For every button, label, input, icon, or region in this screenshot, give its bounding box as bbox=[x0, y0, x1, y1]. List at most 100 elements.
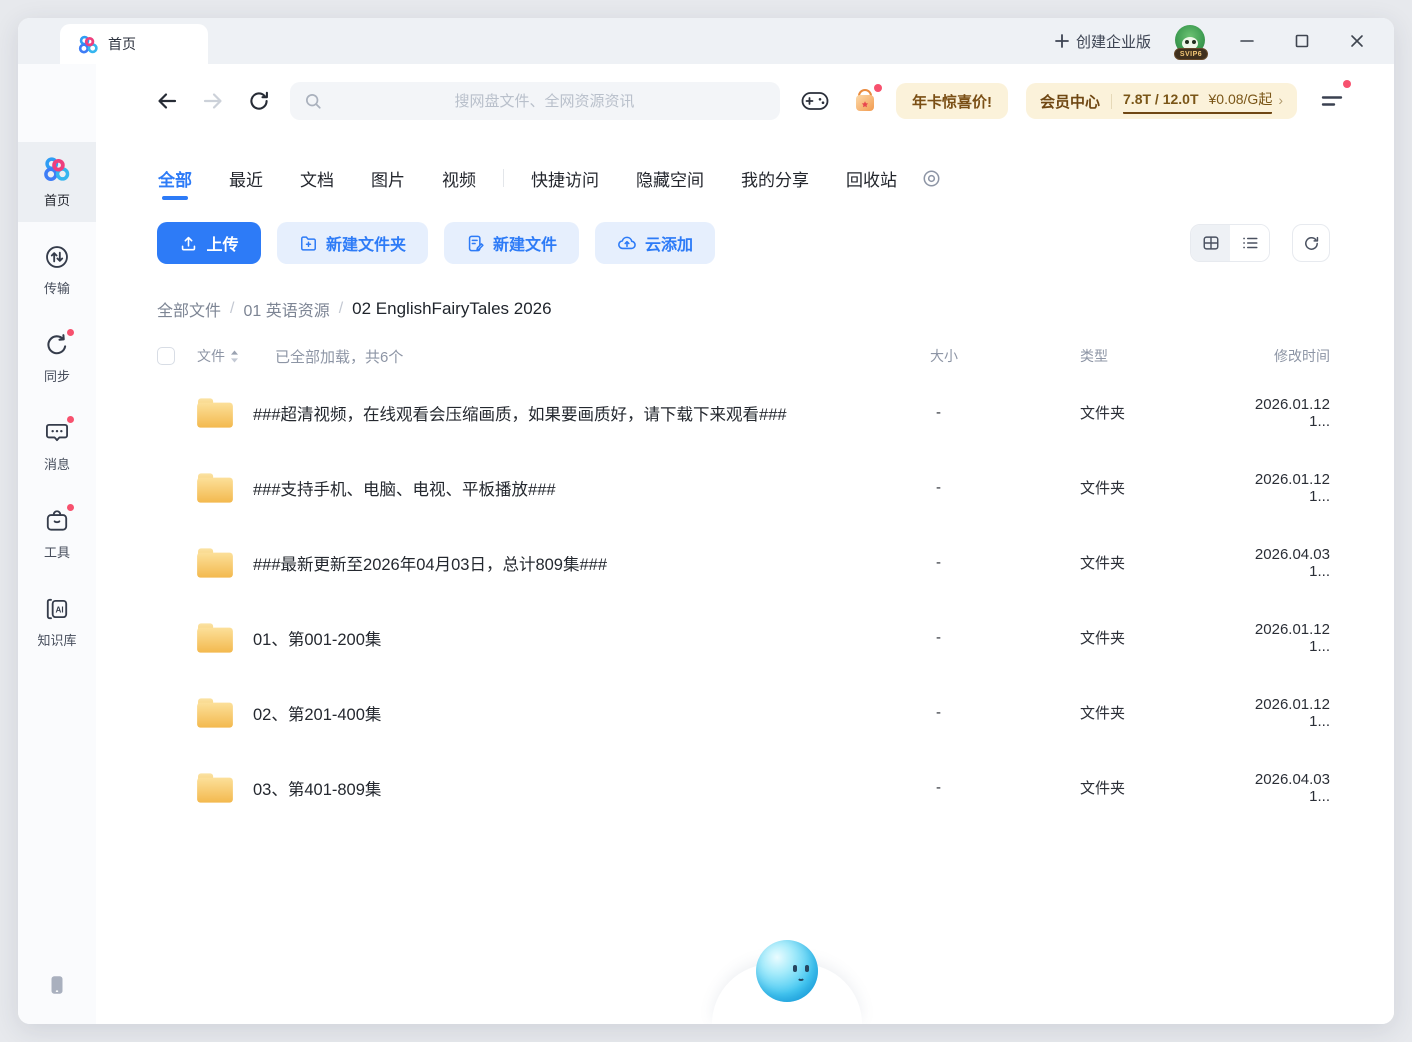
loaded-status: 已全部加载，共6个 bbox=[275, 346, 403, 367]
breadcrumb-current: 02 EnglishFairyTales 2026 bbox=[352, 299, 551, 319]
folder-icon bbox=[196, 397, 234, 429]
sidebar-item-messages[interactable]: 消息 bbox=[18, 406, 96, 486]
sidebar-item-home[interactable]: 首页 bbox=[18, 142, 96, 222]
file-row[interactable]: ###超清视频，在线观看会压缩画质，如果要画质好，请下载下来观看### - 文件… bbox=[157, 375, 1330, 450]
file-name[interactable]: 02、第201-400集 bbox=[253, 701, 381, 725]
toolbox-icon bbox=[43, 507, 71, 535]
tab-home[interactable]: 首页 bbox=[60, 24, 208, 64]
type-column-label[interactable]: 类型 bbox=[1080, 346, 1230, 366]
breadcrumb-folder[interactable]: 01 英语资源 bbox=[243, 297, 329, 321]
main-menu-button[interactable] bbox=[1319, 88, 1345, 114]
file-size: - bbox=[930, 704, 1080, 721]
file-column-label: 文件 bbox=[197, 346, 225, 366]
phone-icon bbox=[46, 974, 68, 996]
breadcrumb-separator: / bbox=[230, 300, 234, 318]
maximize-button[interactable] bbox=[1287, 26, 1317, 56]
select-all-checkbox[interactable] bbox=[157, 347, 175, 365]
notification-dot bbox=[1343, 80, 1351, 88]
search-bar[interactable] bbox=[290, 82, 780, 120]
mascot-bubble-icon[interactable] bbox=[756, 940, 818, 1002]
new-folder-icon bbox=[299, 234, 318, 253]
sidebar: 首页 传输 同步 bbox=[18, 64, 96, 1024]
file-size: - bbox=[930, 479, 1080, 496]
new-file-icon bbox=[466, 234, 485, 253]
upload-button[interactable]: 上传 bbox=[157, 222, 261, 264]
assistant-mascot[interactable] bbox=[712, 938, 862, 1024]
action-bar: 上传 新建文件夹 新建文件 bbox=[96, 222, 1394, 264]
plus-icon bbox=[1054, 33, 1070, 49]
file-modified: 2026.01.12 1... bbox=[1230, 696, 1330, 730]
new-folder-button[interactable]: 新建文件夹 bbox=[277, 222, 428, 264]
file-name[interactable]: 01、第001-200集 bbox=[253, 626, 381, 650]
storage-usage: 7.8T / 12.0T bbox=[1123, 91, 1198, 107]
tab-my-shares[interactable]: 我的分享 bbox=[741, 166, 809, 191]
file-type: 文件夹 bbox=[1080, 477, 1230, 498]
guide-target-icon[interactable] bbox=[922, 169, 941, 188]
grid-view-button[interactable] bbox=[1191, 225, 1230, 261]
upload-icon bbox=[179, 234, 198, 253]
tab-all[interactable]: 全部 bbox=[158, 166, 192, 191]
sidebar-item-label: 首页 bbox=[44, 190, 70, 209]
file-row[interactable]: ###支持手机、电脑、电视、平板播放### - 文件夹 2026.01.12 1… bbox=[157, 450, 1330, 525]
tab-home-label: 首页 bbox=[108, 34, 136, 54]
back-button[interactable] bbox=[154, 88, 180, 114]
file-type: 文件夹 bbox=[1080, 552, 1230, 573]
member-center-button[interactable]: 会员中心 7.8T / 12.0T ¥0.08/G起 › bbox=[1026, 83, 1297, 119]
divider bbox=[1111, 94, 1112, 109]
games-button[interactable] bbox=[800, 86, 830, 116]
file-name[interactable]: ###超清视频，在线观看会压缩画质，如果要画质好，请下载下来观看### bbox=[253, 401, 787, 425]
forward-button[interactable] bbox=[200, 88, 226, 114]
sidebar-item-sync[interactable]: 同步 bbox=[18, 318, 96, 398]
sidebar-item-label: 传输 bbox=[44, 278, 70, 297]
refresh-button[interactable] bbox=[246, 88, 272, 114]
new-file-label: 新建文件 bbox=[493, 231, 557, 255]
sidebar-item-label: 同步 bbox=[44, 366, 70, 385]
annual-card-promo-button[interactable]: 年卡惊喜价! bbox=[896, 83, 1008, 119]
sidebar-item-transfer[interactable]: 传输 bbox=[18, 230, 96, 310]
list-refresh-button[interactable] bbox=[1292, 224, 1330, 262]
cloud-add-button[interactable]: 云添加 bbox=[595, 222, 715, 264]
tab-documents[interactable]: 文档 bbox=[300, 166, 334, 191]
file-row[interactable]: ###最新更新至2026年04月03日，总计809集### - 文件夹 2026… bbox=[157, 525, 1330, 600]
breadcrumb-root[interactable]: 全部文件 bbox=[157, 297, 221, 321]
breadcrumb-separator: / bbox=[339, 300, 343, 318]
tab-quick-access[interactable]: 快捷访问 bbox=[531, 166, 599, 191]
file-name[interactable]: 03、第401-809集 bbox=[253, 776, 381, 800]
tab-pictures[interactable]: 图片 bbox=[371, 166, 405, 191]
app-logo-icon bbox=[78, 34, 99, 55]
svg-text:AI: AI bbox=[55, 605, 63, 614]
file-name[interactable]: ###最新更新至2026年04月03日，总计809集### bbox=[253, 551, 607, 575]
list-view-button[interactable] bbox=[1230, 225, 1269, 261]
file-row[interactable]: 01、第001-200集 - 文件夹 2026.01.12 1... bbox=[157, 600, 1330, 675]
tab-hidden-space[interactable]: 隐藏空间 bbox=[636, 166, 704, 191]
avatar[interactable]: SVIP6 bbox=[1175, 25, 1207, 57]
create-enterprise-label: 创建企业版 bbox=[1076, 31, 1151, 52]
size-column-label[interactable]: 大小 bbox=[930, 346, 1080, 366]
cloud-add-label: 云添加 bbox=[645, 231, 693, 255]
file-type: 文件夹 bbox=[1080, 702, 1230, 723]
shop-bag-button[interactable] bbox=[850, 86, 880, 116]
home-logo-icon bbox=[43, 155, 71, 183]
file-name[interactable]: ###支持手机、电脑、电视、平板播放### bbox=[253, 476, 556, 500]
tab-recycle-bin[interactable]: 回收站 bbox=[846, 166, 897, 191]
mobile-app-button[interactable] bbox=[46, 974, 68, 996]
minimize-button[interactable] bbox=[1232, 26, 1262, 56]
search-input[interactable] bbox=[323, 93, 766, 110]
new-file-button[interactable]: 新建文件 bbox=[444, 222, 579, 264]
file-row[interactable]: 03、第401-809集 - 文件夹 2026.04.03 1... bbox=[157, 750, 1330, 825]
tab-recent[interactable]: 最近 bbox=[229, 166, 263, 191]
sidebar-item-label: 工具 bbox=[44, 542, 70, 561]
modified-column-label[interactable]: 修改时间 bbox=[1230, 346, 1330, 366]
file-row[interactable]: 02、第201-400集 - 文件夹 2026.01.12 1... bbox=[157, 675, 1330, 750]
new-folder-label: 新建文件夹 bbox=[326, 231, 406, 255]
sidebar-item-tools[interactable]: 工具 bbox=[18, 494, 96, 574]
chevron-right-icon: › bbox=[1278, 92, 1283, 108]
file-modified: 2026.01.12 1... bbox=[1230, 621, 1330, 655]
ai-knowledge-icon: AI bbox=[43, 595, 71, 623]
create-enterprise-button[interactable]: 创建企业版 bbox=[1054, 31, 1151, 52]
sort-by-name[interactable]: 文件 bbox=[197, 346, 239, 366]
tab-videos[interactable]: 视频 bbox=[442, 166, 476, 191]
app-window: 首页 创建企业版 SVIP6 bbox=[18, 18, 1394, 1024]
sidebar-item-knowledge[interactable]: AI 知识库 bbox=[18, 582, 96, 662]
close-button[interactable] bbox=[1342, 26, 1372, 56]
